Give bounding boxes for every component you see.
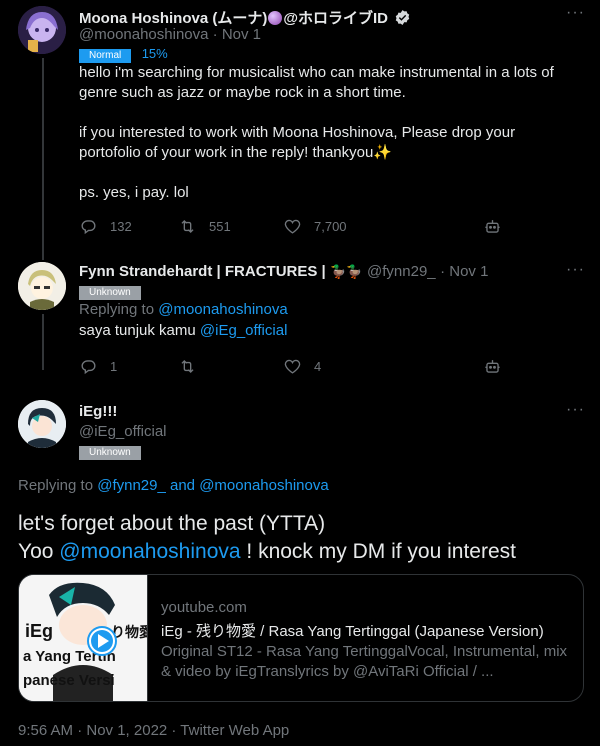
verified-icon — [394, 9, 411, 30]
tweet-text: let's forget about the past (YTTA) Yoo @… — [18, 510, 588, 566]
status-badge: Unknown — [79, 446, 141, 460]
card-desc-2: & video by iEgTranslyrics by @AviTaRi Of… — [161, 663, 494, 680]
like-icon — [284, 219, 301, 234]
replying-and: and — [170, 477, 196, 494]
like-count: 4 — [314, 359, 322, 374]
retweet-count: 551 — [209, 219, 231, 234]
paragraph-3: ps. yes, i pay. lol — [79, 184, 189, 201]
author-handle[interactable]: @fynn29_ — [367, 263, 436, 280]
replying-to-link-1[interactable]: @fynn29_ — [97, 477, 166, 494]
replying-to-link[interactable]: @moonahoshinova — [158, 301, 287, 318]
line2-pre: Yoo — [18, 540, 54, 563]
replying-to-link-2[interactable]: @moonahoshinova — [199, 477, 328, 494]
author-name-text: Moona Hoshinova (ムーナ) — [79, 10, 268, 27]
robot-button[interactable] — [483, 217, 502, 236]
tweet-line-1: let's forget about the past (YTTA) — [18, 512, 326, 535]
tweet-line-2: Yoo @moonahoshinova ! knock my DM if you… — [18, 538, 588, 566]
author-handle[interactable]: @moonahoshinova — [79, 26, 208, 43]
card-domain: youtube.com — [161, 599, 247, 616]
reply-icon — [81, 360, 96, 375]
avatar-fynn[interactable] — [18, 262, 66, 310]
robot-icon — [485, 220, 500, 233]
replying-prefix: Replying to — [79, 301, 155, 318]
reply-count: 132 — [110, 219, 132, 234]
reply-count: 1 — [110, 359, 118, 374]
like-count: 7,700 — [314, 219, 347, 234]
like-button[interactable]: 7,700 — [283, 217, 347, 236]
author-handle[interactable]: @iEg_official — [79, 423, 167, 440]
thumb-text: iEg — [25, 621, 53, 641]
like-button[interactable]: 4 — [283, 357, 321, 376]
card-desc-1: Original ST12 - Rasa Yang TertinggalVoca… — [161, 643, 568, 660]
tweet-timestamp[interactable]: 9:56 AM · Nov 1, 2022 · Twitter Web App — [18, 722, 289, 739]
tweet-time[interactable]: · Nov 1 — [440, 263, 488, 280]
thread-line — [42, 58, 44, 260]
reply-button[interactable]: 132 — [79, 217, 132, 236]
more-icon[interactable]: ··· — [566, 261, 585, 279]
mention-link[interactable]: @moonahoshinova — [59, 540, 240, 563]
avatar-ieg[interactable] — [18, 400, 66, 448]
tweet-time[interactable]: · Nov 1 — [213, 26, 261, 43]
retweet-icon — [181, 220, 194, 233]
duck-emoji: 🦆🦆 — [330, 264, 363, 279]
paragraph-1: hello i'm searching for musicalist who c… — [79, 64, 554, 101]
author-name-suffix: @ホロライブID — [283, 10, 388, 27]
retweet-button[interactable] — [178, 357, 197, 376]
thread-line — [42, 314, 44, 370]
card-title: iEg - 残り物愛 / Rasa Yang Tertinggal (Japan… — [161, 623, 544, 640]
tweet-text: hello i'm searching for musicalist who c… — [79, 63, 579, 203]
percent-label: 15% — [141, 46, 168, 61]
status-badge: Unknown — [79, 286, 141, 300]
more-icon[interactable]: ··· — [566, 401, 585, 419]
retweet-icon — [181, 360, 194, 373]
status-badge: Normal — [79, 49, 132, 63]
tweet-text: saya tunjuk kamu — [79, 322, 196, 339]
author-name[interactable]: iEg!!! — [79, 403, 117, 420]
retweet-button[interactable]: 551 — [178, 217, 231, 236]
link-card[interactable]: iEg り物愛 a Yang Tertin panese Versi youtu… — [18, 574, 584, 702]
paragraph-2: if you interested to work with Moona Hos… — [79, 124, 516, 161]
avatar-moona[interactable] — [18, 6, 66, 54]
reply-icon — [81, 220, 96, 235]
like-icon — [284, 359, 301, 374]
reply-button[interactable]: 1 — [79, 357, 117, 376]
line2-post: ! knock my DM if you interest — [246, 540, 516, 563]
robot-button[interactable] — [483, 357, 502, 376]
video-thumbnail[interactable]: iEg り物愛 a Yang Tertin panese Versi — [19, 575, 148, 701]
author-name[interactable]: Fynn Strandehardt | FRACTURES | — [79, 263, 326, 280]
robot-icon — [485, 360, 500, 373]
thumb-text-3: panese Versi — [23, 672, 115, 689]
replying-prefix: Replying to — [18, 477, 94, 494]
more-icon[interactable]: ··· — [566, 4, 585, 22]
purple-orb-icon — [268, 11, 283, 25]
mention-link[interactable]: @iEg_official — [200, 322, 288, 339]
